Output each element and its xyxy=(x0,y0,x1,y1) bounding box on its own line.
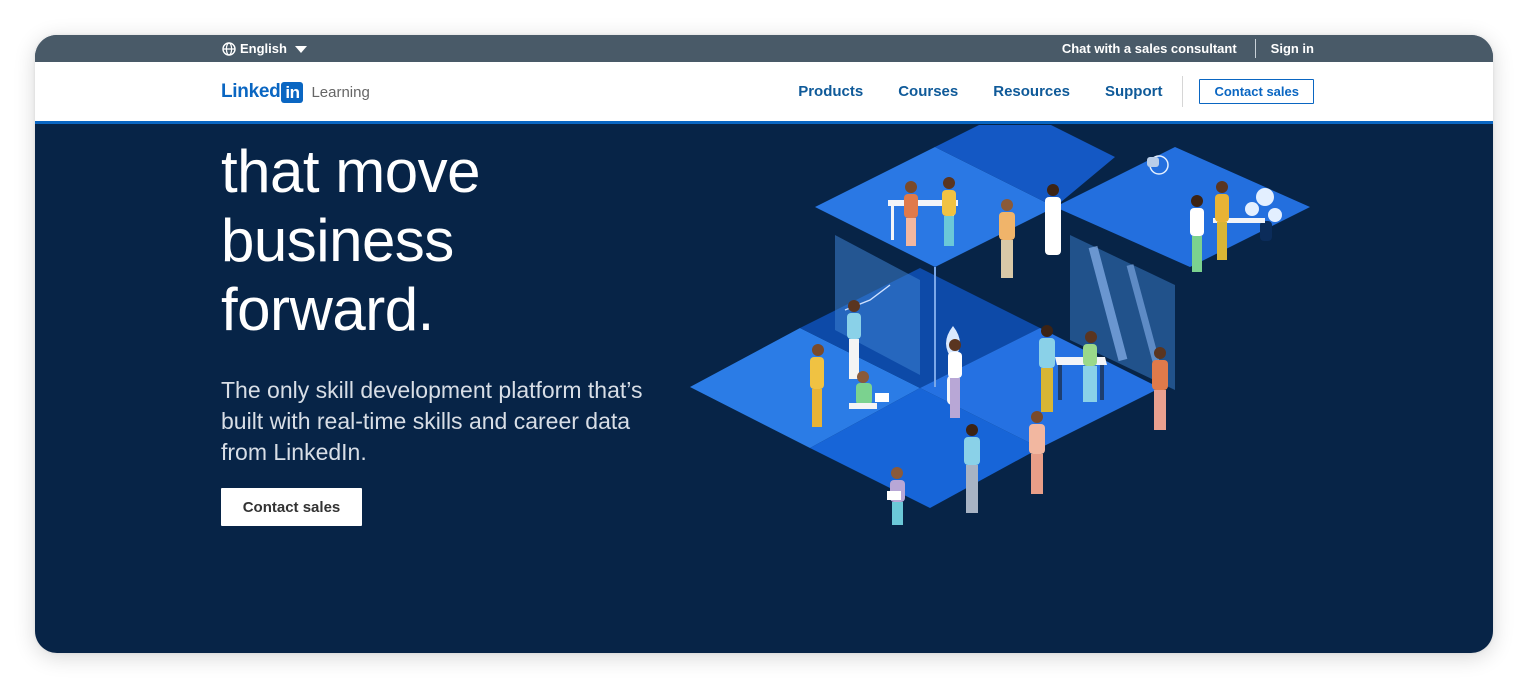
logo-wordmark: Linked xyxy=(221,81,281,102)
nav-contact-sales-button[interactable]: Contact sales xyxy=(1199,79,1314,104)
hero-title-line: forward. xyxy=(221,276,434,343)
browser-window: English Chat with a sales consultant Sig… xyxy=(35,35,1493,653)
utility-bar: English Chat with a sales consultant Sig… xyxy=(35,35,1493,62)
logo-product-name: Learning xyxy=(311,83,370,101)
nav-resources[interactable]: Resources xyxy=(993,83,1070,100)
nav-divider xyxy=(1182,76,1184,107)
nav-support[interactable]: Support xyxy=(1105,83,1163,100)
hero-title-line: business xyxy=(221,207,454,274)
utility-divider xyxy=(1254,39,1256,58)
sign-in-link[interactable]: Sign in xyxy=(1271,41,1314,56)
utility-links: Chat with a sales consultant Sign in xyxy=(1062,35,1314,62)
hero-title: that move business forward. xyxy=(221,137,480,344)
hero-subtitle: The only skill development platform that… xyxy=(221,377,643,465)
nav-products[interactable]: Products xyxy=(798,83,863,100)
person-figure xyxy=(964,424,980,513)
isometric-office-illustration xyxy=(690,125,1310,525)
main-navbar: Linked in Learning Products Courses Reso… xyxy=(35,62,1493,124)
hero-title-line: that move xyxy=(221,138,480,205)
globe-icon xyxy=(222,41,236,56)
nav-courses[interactable]: Courses xyxy=(898,83,958,100)
language-label: English xyxy=(240,41,287,56)
language-selector[interactable]: English xyxy=(222,35,308,62)
nav-links: Products Courses Resources Support Conta… xyxy=(798,62,1314,121)
caret-down-icon xyxy=(294,45,307,53)
linkedin-learning-logo[interactable]: Linked in Learning xyxy=(221,81,370,103)
hero-contact-sales-button[interactable]: Contact sales xyxy=(221,488,362,526)
logo-in-badge: in xyxy=(281,81,304,103)
chat-sales-link[interactable]: Chat with a sales consultant xyxy=(1062,41,1237,56)
